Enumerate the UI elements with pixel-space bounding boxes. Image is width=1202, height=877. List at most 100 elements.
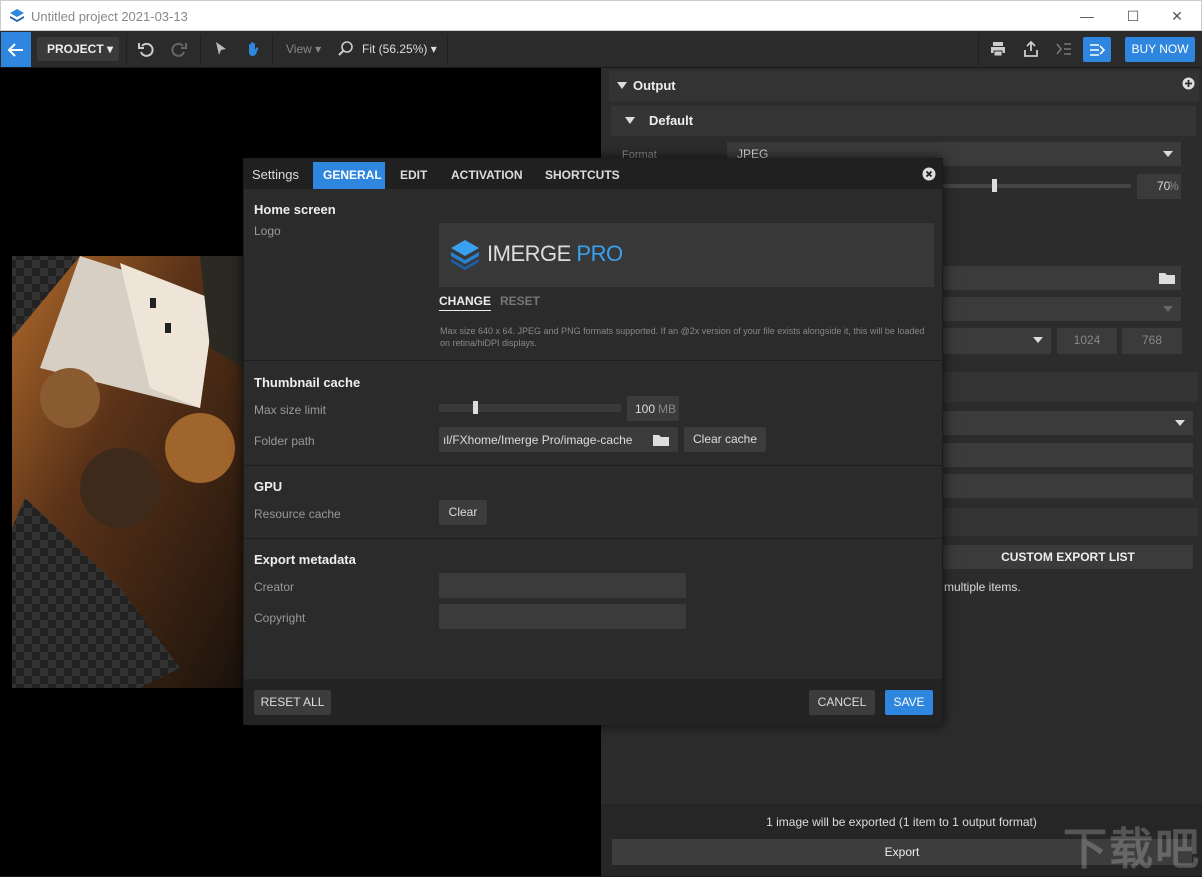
hand-tool-icon[interactable] xyxy=(244,40,262,58)
export-panel-toggle[interactable] xyxy=(1083,37,1111,62)
redo-icon[interactable] xyxy=(170,40,188,58)
output-section-header[interactable]: Output xyxy=(609,71,1199,101)
collapse-panel-icon[interactable] xyxy=(1055,40,1073,58)
size-mode-select[interactable] xyxy=(943,328,1051,354)
tab-general[interactable]: GENERAL xyxy=(313,162,385,189)
dialog-title: Settings xyxy=(252,167,299,182)
option-field-2[interactable] xyxy=(943,474,1193,498)
minimize-button[interactable]: — xyxy=(1067,5,1107,27)
maximize-button[interactable]: ☐ xyxy=(1113,5,1153,27)
title-bar: Untitled project 2021-03-13 — ☐ ✕ xyxy=(0,0,1202,31)
copyright-label: Copyright xyxy=(254,611,306,625)
logo-text-pro: PRO xyxy=(576,241,623,266)
chevron-down-icon xyxy=(1163,306,1173,312)
option-field-1[interactable] xyxy=(943,443,1193,467)
chevron-down-icon xyxy=(1163,151,1173,157)
change-logo-link[interactable]: CHANGE xyxy=(439,294,492,311)
settings-dialog: Settings GENERAL EDIT ACTIVATION SHORTCU… xyxy=(243,158,943,725)
dialog-tab-bar: Settings GENERAL EDIT ACTIVATION SHORTCU… xyxy=(244,159,942,189)
zoom-menu[interactable]: Fit (56.25%) ▾ xyxy=(362,42,437,56)
logo-label: Logo xyxy=(254,224,281,238)
gpu-title: GPU xyxy=(254,479,283,494)
chevron-down-icon xyxy=(1033,337,1043,343)
caret-down-icon xyxy=(625,117,635,124)
window-title: Untitled project 2021-03-13 xyxy=(31,9,188,24)
cancel-button[interactable]: CANCEL xyxy=(809,690,875,715)
section-divider xyxy=(244,465,942,466)
cache-size-value: 100 xyxy=(635,402,656,416)
max-size-label: Max size limit xyxy=(254,403,327,417)
toolbar: PROJECT ▾ View ▾ Fit (56.25%) ▾ BUY NOW xyxy=(0,31,1202,68)
chevron-down-icon xyxy=(1175,420,1185,426)
view-menu[interactable]: View ▾ xyxy=(286,42,321,56)
folder-icon[interactable] xyxy=(1159,271,1175,284)
imerge-logo-icon xyxy=(451,240,479,270)
buy-now-button[interactable]: BUY NOW xyxy=(1125,37,1195,62)
toolbar-separator xyxy=(272,34,273,65)
back-button[interactable] xyxy=(1,32,31,67)
logo-preview: IMERGE PRO xyxy=(439,223,934,287)
section-divider xyxy=(244,360,942,361)
logo-hint-text: Max size 640 x 64. JPEG and PNG formats … xyxy=(440,326,925,348)
multiple-items-text: multiple items. xyxy=(944,580,1021,594)
quality-slider-handle[interactable] xyxy=(992,179,997,192)
cache-folder-input[interactable]: ıl/FXhome/Imerge Pro/image-cache xyxy=(439,427,678,452)
add-output-icon[interactable] xyxy=(1182,77,1195,90)
creator-input[interactable] xyxy=(439,573,686,598)
default-preset-header[interactable]: Default xyxy=(611,106,1196,136)
naming-select[interactable] xyxy=(943,297,1181,321)
cache-size-unit: MB xyxy=(658,402,676,416)
height-input[interactable]: 768 xyxy=(1122,328,1182,354)
toolbar-separator xyxy=(126,34,127,65)
creator-label: Creator xyxy=(254,580,295,594)
close-window-button[interactable]: ✕ xyxy=(1157,5,1197,27)
close-dialog-icon[interactable] xyxy=(922,167,936,181)
toolbar-separator xyxy=(447,34,448,65)
cache-size-slider-track[interactable] xyxy=(439,404,621,412)
project-menu-button[interactable]: PROJECT ▾ xyxy=(37,37,119,61)
toolbar-separator xyxy=(978,34,979,65)
tab-activation[interactable]: ACTIVATION xyxy=(441,162,533,189)
cache-folder-value: ıl/FXhome/Imerge Pro/image-cache xyxy=(443,433,633,447)
reset-all-button[interactable]: RESET ALL xyxy=(254,690,331,715)
custom-export-list-button[interactable]: CUSTOM EXPORT LIST xyxy=(943,545,1193,569)
export-metadata-title: Export metadata xyxy=(254,552,356,567)
cache-size-input[interactable]: 100 MB xyxy=(627,396,679,421)
quality-input[interactable]: 70 % xyxy=(1137,174,1181,199)
print-icon[interactable] xyxy=(989,40,1007,58)
save-button[interactable]: SAVE xyxy=(885,690,933,715)
logo-text-main: IMERGE xyxy=(487,241,571,266)
section-bar xyxy=(943,372,1198,402)
clear-cache-button[interactable]: Clear cache xyxy=(684,427,766,452)
resource-cache-label: Resource cache xyxy=(254,507,341,521)
width-input[interactable]: 1024 xyxy=(1057,328,1117,354)
quality-slider-track[interactable] xyxy=(943,184,1131,188)
tab-shortcuts[interactable]: SHORTCUTS xyxy=(535,162,630,189)
cache-size-slider-handle[interactable] xyxy=(473,401,479,414)
watermark-logo: 下载吧 xyxy=(1063,824,1201,875)
output-header-label: Output xyxy=(633,78,676,93)
section-bar xyxy=(943,508,1198,536)
share-icon[interactable] xyxy=(1022,40,1040,58)
tab-edit[interactable]: EDIT xyxy=(390,162,437,189)
folder-icon[interactable] xyxy=(653,433,669,446)
app-logo-icon xyxy=(10,9,24,22)
list-export-icon xyxy=(1090,44,1106,56)
thumbnail-cache-title: Thumbnail cache xyxy=(254,375,361,390)
caret-down-icon xyxy=(617,82,627,89)
section-divider xyxy=(244,538,942,539)
reset-logo-link[interactable]: RESET xyxy=(500,294,540,308)
undo-icon[interactable] xyxy=(137,40,155,58)
option-select[interactable] xyxy=(943,411,1193,435)
clear-gpu-cache-button[interactable]: Clear xyxy=(439,500,487,525)
home-screen-title: Home screen xyxy=(254,202,336,217)
default-header-label: Default xyxy=(649,113,694,128)
folder-path-label: Folder path xyxy=(254,434,315,448)
logo-text: IMERGE PRO xyxy=(487,241,623,267)
copyright-input[interactable] xyxy=(439,604,686,629)
pointer-icon[interactable] xyxy=(212,40,230,58)
output-folder-field[interactable] xyxy=(943,266,1181,290)
arrow-left-icon xyxy=(7,43,23,57)
dialog-footer: RESET ALL CANCEL SAVE xyxy=(244,679,942,725)
zoom-icon[interactable] xyxy=(337,40,355,58)
